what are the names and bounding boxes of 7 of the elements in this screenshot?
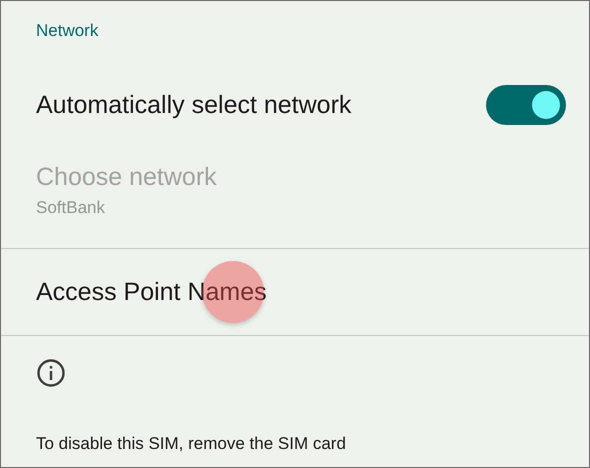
info-icon xyxy=(36,358,66,388)
footer-text: To disable this SIM, remove the SIM card xyxy=(36,434,346,453)
setting-title: Automatically select network xyxy=(36,90,352,120)
toggle-switch[interactable] xyxy=(486,85,566,125)
setting-summary: SoftBank xyxy=(36,198,105,218)
setting-title[interactable]: Access Point Names xyxy=(36,278,267,306)
section-title: Network xyxy=(36,21,98,40)
